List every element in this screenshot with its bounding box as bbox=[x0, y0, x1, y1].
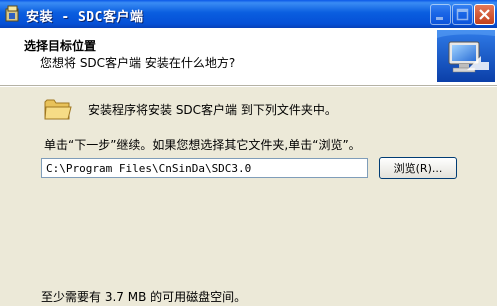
destination-info-text: 安装程序将安装 SDC客户端 到下列文件夹中。 bbox=[88, 103, 337, 117]
page-title: 选择目标位置 bbox=[24, 39, 97, 53]
destination-path-input[interactable] bbox=[41, 158, 368, 178]
minimize-button[interactable] bbox=[430, 4, 451, 25]
maximize-button[interactable] bbox=[452, 4, 473, 25]
close-button[interactable] bbox=[474, 4, 495, 25]
folder-icon bbox=[44, 97, 72, 121]
browse-button[interactable]: 浏览(R)... bbox=[379, 157, 457, 179]
setup-window: 安装 - SDC客户端 选择目标位置 您想将 SDC客户端 安装在什么地方? 安… bbox=[0, 0, 497, 306]
title-bar[interactable]: 安装 - SDC客户端 bbox=[0, 0, 497, 28]
window-title: 安装 - SDC客户端 bbox=[26, 10, 144, 25]
disk-space-text: 至少需要有 3.7 MB 的可用磁盘空间。 bbox=[41, 290, 247, 304]
header-divider bbox=[0, 86, 497, 87]
computer-monitor-icon bbox=[437, 30, 495, 82]
wizard-header: 选择目标位置 您想将 SDC客户端 安装在什么地方? bbox=[0, 28, 497, 86]
installer-app-icon bbox=[5, 5, 21, 22]
page-subtitle: 您想将 SDC客户端 安装在什么地方? bbox=[40, 56, 236, 70]
instruction-text: 单击“下一步”继续。如果您想选择其它文件夹,单击“浏览”。 bbox=[44, 138, 361, 152]
